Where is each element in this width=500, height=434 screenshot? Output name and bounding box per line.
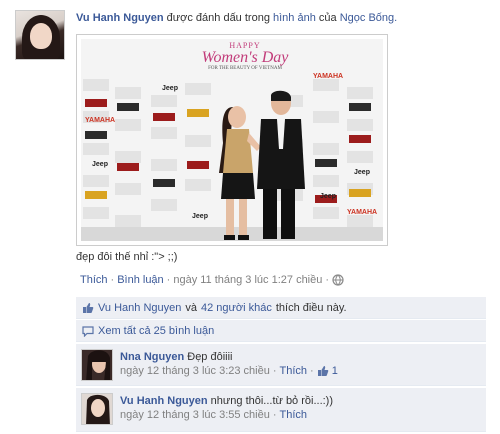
separator: ·	[110, 274, 115, 286]
comment-like-count[interactable]: 1	[332, 364, 338, 378]
author-avatar[interactable]	[15, 10, 65, 60]
comment-text: nhưng thôi...từ bỏ rồi...:))	[210, 395, 334, 407]
comment-icon	[82, 325, 94, 337]
thumbs-up-icon[interactable]	[317, 365, 329, 377]
separator: ·	[310, 365, 314, 377]
comment-item: Vu Hanh Nguyen nhưng thôi...từ bỏ rồi...…	[76, 388, 486, 432]
commenter-name-link[interactable]: Vu Hanh Nguyen	[120, 395, 208, 407]
author-name-link[interactable]: Vu Hanh Nguyen	[76, 12, 164, 24]
separator: ·	[272, 365, 277, 377]
likes-and: và	[185, 301, 197, 314]
of-text: của	[318, 12, 337, 24]
comment-line: Nna Nguyen Đẹp đôiiii	[120, 350, 480, 364]
sponsor-logo: Jeep	[162, 85, 178, 92]
comment-body: Nna Nguyen Đẹp đôiiii ngày 12 tháng 3 lú…	[120, 350, 480, 378]
post-header: Vu Hanh Nguyen được đánh dấu trong hình …	[76, 11, 486, 25]
banner-line-3: FOR THE BEAUTY OF VIETNAM	[208, 66, 282, 71]
like-link[interactable]: Thích	[80, 274, 108, 286]
likes-rest: thích điều này.	[275, 301, 347, 314]
comment-timestamp[interactable]: ngày 12 tháng 3 lúc 3:55 chiều	[120, 408, 270, 422]
sponsor-logo: YAMAHA	[313, 73, 344, 80]
sponsor-logo: Jeep	[192, 213, 208, 220]
avatar-image	[82, 350, 112, 380]
post-actions: Thích · Bình luận · ngày 11 tháng 3 lúc …	[80, 274, 344, 286]
commenter-name-link[interactable]: Nna Nguyen	[120, 351, 184, 363]
tagged-text: được đánh dấu trong	[166, 12, 270, 24]
photo-frame[interactable]: HAPPY Women's Day FOR THE BEAUTY OF VIET…	[76, 34, 388, 246]
sponsor-logo: Jeep	[320, 193, 336, 200]
post-timestamp[interactable]: ngày 11 tháng 3 lúc 1:27 chiều	[173, 274, 322, 286]
comment-meta: ngày 12 tháng 3 lúc 3:55 chiều · Thích	[120, 408, 480, 422]
view-all-comments[interactable]: Xem tất cả 25 bình luận	[76, 320, 486, 342]
commenter-avatar[interactable]	[81, 349, 113, 381]
banner-line-2: Women's Day	[201, 49, 289, 66]
comment-like-link[interactable]: Thích	[280, 364, 308, 378]
thumbs-up-icon	[83, 302, 94, 313]
comment-item: Nna Nguyen Đẹp đôiiii ngày 12 tháng 3 lú…	[76, 344, 486, 386]
comment-text: Đẹp đôiiii	[187, 351, 233, 363]
owner-link[interactable]: Ngọc Bống.	[340, 12, 397, 24]
sponsor-logo: Jeep	[354, 169, 370, 176]
sponsor-logo: YAMAHA	[85, 117, 116, 124]
sponsor-logo: Jeep	[92, 161, 108, 168]
likes-others-link[interactable]: 42 người khác	[201, 302, 272, 314]
womens-day-banner: HAPPY Women's Day FOR THE BEAUTY OF VIET…	[199, 41, 291, 77]
comment-timestamp[interactable]: ngày 12 tháng 3 lúc 3:23 chiều	[120, 364, 270, 378]
separator: ·	[325, 274, 330, 286]
comment-body: Vu Hanh Nguyen nhưng thôi...từ bỏ rồi...…	[120, 394, 480, 422]
man-figure	[257, 90, 305, 239]
avatar-image	[82, 394, 112, 424]
separator: ·	[272, 409, 277, 421]
liker-name-link[interactable]: Vu Hanh Nguyen	[98, 302, 181, 314]
avatar-face	[30, 23, 52, 49]
comment-line: Vu Hanh Nguyen nhưng thôi...từ bỏ rồi...…	[120, 394, 480, 408]
globe-icon[interactable]	[332, 274, 344, 286]
view-all-comments-link[interactable]: Xem tất cả 25 bình luận	[98, 325, 214, 337]
separator: ·	[166, 274, 171, 286]
likes-summary: Vu Hanh Nguyen và 42 người khác thích đi…	[76, 297, 486, 319]
comment-link[interactable]: Bình luận	[117, 274, 163, 286]
comment-like-link[interactable]: Thích	[280, 408, 308, 422]
tagged-photo[interactable]: HAPPY Women's Day FOR THE BEAUTY OF VIET…	[81, 39, 383, 241]
sponsor-logo: YAMAHA	[347, 209, 378, 216]
commenter-avatar[interactable]	[81, 393, 113, 425]
comment-meta: ngày 12 tháng 3 lúc 3:23 chiều · Thích ·…	[120, 364, 480, 378]
photo-link[interactable]: hình ảnh	[273, 12, 316, 24]
photo-caption: đẹp đôi thế nhỉ :"> ;;)	[76, 251, 178, 263]
